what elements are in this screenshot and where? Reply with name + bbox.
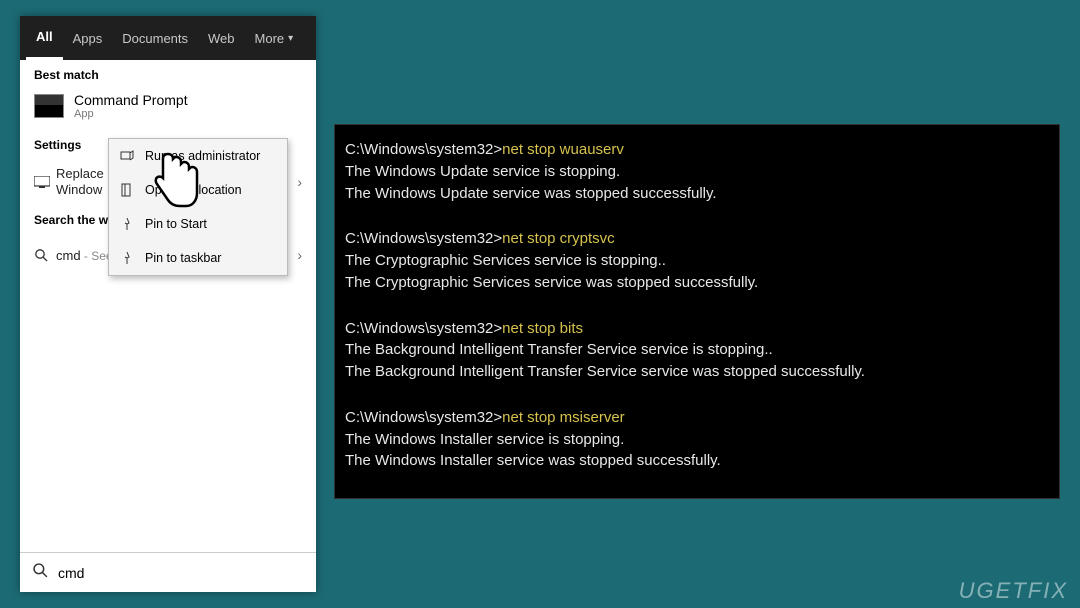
tab-more[interactable]: More ▾ [245,16,304,60]
terminal-output-line: The Cryptographic Services service was s… [345,274,758,291]
tab-all[interactable]: All [26,16,63,60]
ctx-label: Open file location [145,183,242,197]
tab-documents[interactable]: Documents [112,16,198,60]
search-tabs: All Apps Documents Web More ▾ [20,16,316,60]
ctx-pin-to-start[interactable]: Pin to Start [109,207,287,241]
section-best-match: Best match [20,60,316,88]
terminal-output-line: The Windows Installer service was stoppe… [345,452,721,469]
command-prompt-icon [34,94,64,118]
terminal-prompt: C:\Windows\system32> [345,141,502,158]
terminal-command: net stop wuauserv [502,141,624,158]
chevron-right-icon: › [297,247,302,263]
terminal-block: C:\Windows\system32>net stop msiserver T… [345,407,1049,472]
terminal-output-line: The Windows Update service was stopped s… [345,185,717,202]
terminal-prompt: C:\Windows\system32> [345,409,502,426]
ctx-label: Pin to taskbar [145,251,221,265]
folder-icon [119,182,135,198]
tab-more-label: More [255,31,285,46]
ctx-run-as-admin[interactable]: Run as administrator [109,139,287,173]
ctx-label: Pin to Start [145,217,207,231]
display-icon [34,176,56,188]
terminal-output-line: The Windows Update service is stopping. [345,163,620,180]
ctx-label: Run as administrator [145,149,260,163]
search-icon [34,248,56,262]
start-search-panel: All Apps Documents Web More ▾ Best match… [20,16,316,592]
best-match-title: Command Prompt [74,92,188,108]
chevron-down-icon: ▾ [288,33,293,44]
terminal-output-line: The Cryptographic Services service is st… [345,252,666,269]
best-match-subtitle: App [74,108,188,120]
pin-icon [119,250,135,266]
terminal-prompt: C:\Windows\system32> [345,320,502,337]
watermark: UGETFIX [959,578,1068,604]
terminal-block: C:\Windows\system32>net stop wuauserv Th… [345,139,1049,204]
terminal-output-line: The Background Intelligent Transfer Serv… [345,341,773,358]
terminal-prompt: C:\Windows\system32> [345,230,502,247]
best-match-result[interactable]: Command Prompt App [20,88,316,130]
ctx-pin-to-taskbar[interactable]: Pin to taskbar [109,241,287,275]
search-bar [20,552,316,592]
terminal-output-line: The Windows Installer service is stoppin… [345,431,624,448]
terminal-command: net stop bits [502,320,583,337]
search-icon [32,562,48,583]
command-prompt-window[interactable]: C:\Windows\system32>net stop wuauserv Th… [334,124,1060,499]
admin-shield-icon [119,148,135,164]
best-match-text: Command Prompt App [74,92,188,120]
terminal-command: net stop msiserver [502,409,625,426]
terminal-block: C:\Windows\system32>net stop cryptsvc Th… [345,228,1049,293]
chevron-right-icon: › [297,174,302,190]
tab-apps[interactable]: Apps [63,16,113,60]
context-menu: Run as administrator Open file location … [108,138,288,276]
search-input[interactable] [58,565,304,581]
terminal-block: C:\Windows\system32>net stop bits The Ba… [345,318,1049,383]
terminal-output-line: The Background Intelligent Transfer Serv… [345,363,865,380]
ctx-open-file-location[interactable]: Open file location [109,173,287,207]
tab-web[interactable]: Web [198,16,245,60]
terminal-command: net stop cryptsvc [502,230,615,247]
pin-icon [119,216,135,232]
